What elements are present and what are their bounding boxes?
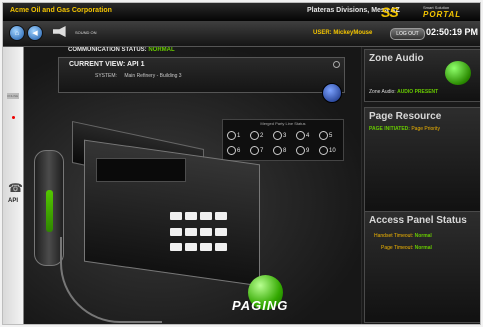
current-view-panel: CURRENT VIEW: API 1 SYSTEM: Main Refiner… (58, 57, 345, 93)
receiver-grip (46, 190, 53, 232)
phone-display (96, 158, 186, 182)
merged-line-9[interactable]: 9 (296, 146, 309, 155)
page-timeout-label: Page Timeout: (381, 245, 414, 251)
access-panel-title: Access Panel Status (369, 215, 467, 226)
logout-button[interactable]: LOG OUT (390, 28, 425, 40)
current-view-value: API 1 (126, 61, 145, 68)
zone-audio-icon[interactable] (445, 61, 471, 85)
page-resource-value: Page Priority (411, 126, 440, 132)
merged-line-10[interactable]: 10 (319, 146, 336, 155)
current-view-label: CURRENT VIEW: (69, 61, 126, 68)
page-resource-panel: Page Resource PAGE INITIATED: Page Prior… (364, 107, 480, 213)
status-dot (12, 116, 15, 119)
right-sidebar: Zone Audio Zone Audio: AUDIO PRESENT Pag… (362, 47, 480, 324)
page-resource-title: Page Resource (369, 111, 442, 122)
key-7[interactable] (200, 227, 212, 236)
home-button[interactable]: ⌂ (9, 25, 25, 41)
access-panel-status-panel: Access Panel Status Handset Timeout: Nor… (364, 211, 480, 323)
page-timeout-row: Page Timeout: Normal (381, 245, 432, 251)
handset-timeout-label: Handset Timeout: (374, 233, 414, 239)
handset-timeout-row: Handset Timeout: Normal (374, 233, 432, 239)
merged-line-4[interactable]: 4 (296, 131, 309, 140)
sound-icon[interactable] (53, 26, 66, 37)
toolbar: ⌂ ◀ SOUND ON USER: MickeyMouse LOG OUT 0… (3, 21, 480, 47)
key-2[interactable] (185, 212, 197, 220)
left-sidebar: ONLINE ☎ API (3, 47, 24, 324)
main-view: COMMUNICATION STATUS: NORMAL CURRENT VIE… (24, 47, 361, 324)
merged-party-panel: Merged Party Line Status 1 2 3 4 5 6 7 8… (222, 119, 344, 161)
merged-line-1[interactable]: 1 (227, 131, 240, 140)
sound-label: SOUND ON (75, 30, 97, 35)
back-icon: ◀ (32, 30, 38, 37)
system-line: SYSTEM: Main Refinery - Building 3 (95, 73, 182, 79)
key-10[interactable] (185, 243, 197, 252)
key-5[interactable] (170, 227, 182, 236)
system-label: SYSTEM: (95, 73, 117, 79)
portal-logo: SS Smart Solution PORTAL (381, 4, 477, 20)
system-value: Main Refinery - Building 3 (124, 73, 182, 79)
paging-label: PAGING (232, 298, 289, 313)
user-name: MickeyMouse (333, 30, 373, 36)
user-label: USER: (313, 30, 332, 36)
zone-audio-value: AUDIO PRESENT (397, 89, 439, 95)
sidebar-api-label[interactable]: API (8, 198, 18, 204)
merged-line-3[interactable]: 3 (273, 131, 286, 140)
current-view-line: CURRENT VIEW: API 1 (69, 61, 144, 68)
status-indicator-label: ONLINE (7, 94, 19, 98)
page-resource-label: PAGE INITIATED: (369, 126, 410, 132)
home-icon: ⌂ (14, 29, 20, 37)
page-resource-status: PAGE INITIATED: Page Priority (369, 126, 440, 132)
view-settings-icon[interactable] (333, 61, 340, 68)
clock: 02:50:19 PM (426, 27, 479, 37)
key-8[interactable] (215, 227, 227, 236)
back-button[interactable]: ◀ (27, 25, 43, 41)
communication-label: COMMUNICATION STATUS: (68, 47, 147, 53)
page-timeout-value: Normal (414, 245, 432, 251)
app-frame: Acme Oil and Gas Corporation Plateras Di… (2, 2, 481, 325)
communication-status: COMMUNICATION STATUS: NORMAL (68, 47, 175, 53)
keypad (170, 212, 232, 256)
global-status-button[interactable] (322, 83, 342, 103)
zone-audio-title: Zone Audio (369, 53, 424, 64)
paging-button[interactable]: PAGING (232, 275, 302, 320)
handset-timeout-value: Normal (414, 233, 432, 239)
zone-audio-panel: Zone Audio Zone Audio: AUDIO PRESENT (364, 49, 480, 102)
merged-party-title: Merged Party Line Status (260, 121, 306, 126)
key-3[interactable] (200, 212, 212, 220)
communication-value: NORMAL (148, 47, 175, 53)
merged-line-2[interactable]: 2 (250, 131, 263, 140)
key-1[interactable] (170, 212, 182, 220)
zone-audio-label: Zone Audio: (369, 89, 396, 95)
merged-line-5[interactable]: 5 (319, 131, 332, 140)
phone-cord (60, 237, 162, 323)
top-bar: Acme Oil and Gas Corporation Plateras Di… (3, 3, 480, 22)
key-9[interactable] (170, 243, 182, 252)
company-name: Acme Oil and Gas Corporation (10, 7, 112, 14)
key-4[interactable] (215, 212, 227, 220)
key-11[interactable] (200, 243, 212, 252)
zone-audio-status: Zone Audio: AUDIO PRESENT (369, 89, 438, 95)
phone-icon[interactable]: ☎ (8, 181, 23, 195)
merged-line-6[interactable]: 6 (227, 146, 240, 155)
user-info: USER: MickeyMouse (313, 30, 372, 36)
key-6[interactable] (185, 227, 197, 236)
merged-line-7[interactable]: 7 (250, 146, 263, 155)
logo-portal: PORTAL (423, 10, 462, 19)
key-12[interactable] (215, 243, 227, 252)
merged-line-8[interactable]: 8 (273, 146, 286, 155)
logo-mark: SS (381, 4, 399, 20)
